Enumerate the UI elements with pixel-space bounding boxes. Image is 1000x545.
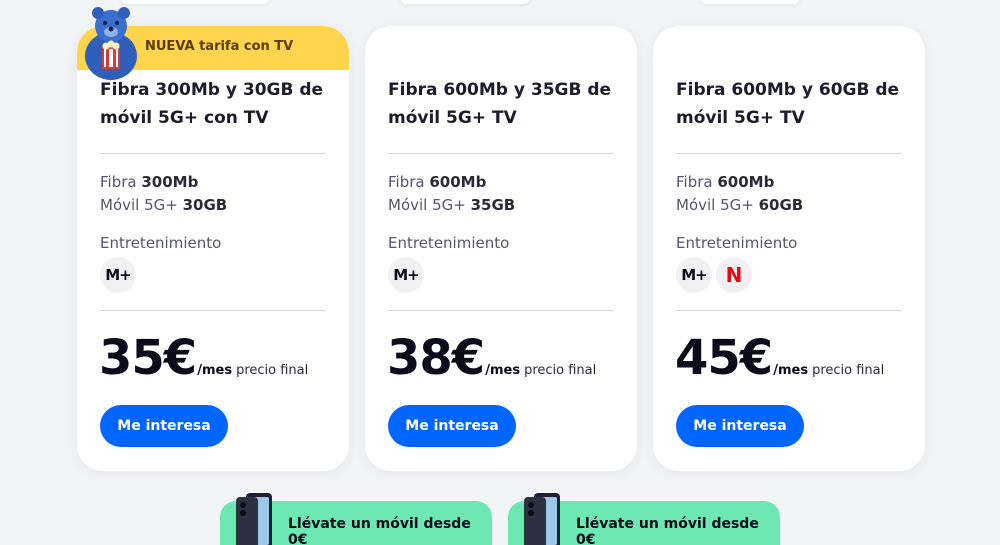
price-note: precio final [236, 363, 309, 378]
entertainment-label: Entretenimiento [676, 234, 798, 252]
me-interesa-button[interactable]: Me interesa [388, 405, 516, 447]
movistar-plus-logo-icon: M+ [676, 257, 712, 293]
logo-text: M+ [105, 266, 131, 284]
entertainment-label: Entretenimiento [100, 234, 222, 252]
phone-promo-banner[interactable]: Llévate un móvil desde 0€ [508, 493, 780, 545]
price-row: 35€ /mes precio final [99, 332, 308, 384]
promo-text: Llévate un móvil desde 0€ [576, 516, 759, 545]
price-row: 45€ /mes precio final [675, 332, 884, 384]
divider [676, 310, 902, 311]
divider [676, 153, 902, 154]
entertainment-label: Entretenimiento [388, 234, 510, 252]
bear-with-popcorn-icon [85, 7, 137, 80]
phone-promo-banner[interactable]: Llévate un móvil desde 0€ [220, 493, 492, 545]
fiber-value: 600Mb [429, 173, 487, 191]
badge-label: NUEVA tarifa con TV [145, 39, 294, 54]
entertainment-logos: M+ [388, 257, 424, 293]
mobile-label: Móvil 5G+ [676, 196, 754, 214]
movistar-plus-logo-icon: M+ [388, 257, 424, 293]
partial-element [400, 0, 530, 4]
entertainment-logos: M+ N [676, 257, 752, 293]
netflix-logo-icon: N [716, 257, 752, 293]
logo-text: N [725, 263, 743, 287]
plan-title: Fibra 300Mb y 30GB de móvil 5G+ con TV [100, 80, 324, 128]
fiber-value: 600Mb [717, 173, 775, 191]
fiber-spec: Fibra 300Mb [100, 172, 198, 192]
me-interesa-button[interactable]: Me interesa [100, 405, 228, 447]
movistar-plus-logo-icon: M+ [100, 257, 136, 293]
fiber-spec: Fibra 600Mb [388, 172, 486, 192]
price-note: precio final [524, 363, 597, 378]
me-interesa-button[interactable]: Me interesa [676, 405, 804, 447]
plan-title: Fibra 600Mb y 60GB de móvil 5G+ TV [676, 80, 900, 128]
price-note: precio final [812, 363, 885, 378]
fiber-value: 300Mb [141, 173, 199, 191]
fiber-spec: Fibra 600Mb [676, 172, 774, 192]
mobile-value: 60GB [758, 196, 804, 214]
fiber-label: Fibra [388, 173, 425, 191]
plan-card: Fibra 600Mb y 35GB de móvil 5G+ TV Fibra… [365, 26, 637, 471]
price-period: /mes [773, 363, 809, 378]
plan-title: Fibra 600Mb y 35GB de móvil 5G+ TV [388, 80, 612, 128]
mobile-spec: Móvil 5G+ 30GB [100, 195, 227, 215]
logo-text: M+ [681, 266, 707, 284]
price: 38€ [387, 330, 485, 386]
plan-card: Fibra 600Mb y 60GB de móvil 5G+ TV Fibra… [653, 26, 925, 471]
price: 35€ [99, 330, 197, 386]
fiber-label: Fibra [676, 173, 713, 191]
divider [100, 310, 326, 311]
smartphone-icon [236, 493, 272, 545]
mobile-spec: Móvil 5G+ 35GB [388, 195, 515, 215]
mobile-value: 30GB [182, 196, 228, 214]
price-period: /mes [485, 363, 521, 378]
partial-element [700, 0, 800, 4]
mobile-label: Móvil 5G+ [100, 196, 178, 214]
promo-text: Llévate un móvil desde 0€ [288, 516, 471, 545]
divider [388, 153, 614, 154]
divider [388, 310, 614, 311]
price-period: /mes [197, 363, 233, 378]
fiber-label: Fibra [100, 173, 137, 191]
mobile-spec: Móvil 5G+ 60GB [676, 195, 803, 215]
smartphone-icon [524, 493, 560, 545]
divider [100, 153, 326, 154]
price-row: 38€ /mes precio final [387, 332, 596, 384]
price: 45€ [675, 330, 773, 386]
mobile-label: Móvil 5G+ [388, 196, 466, 214]
plan-card: NUEVA tarifa con TV Fibra 300Mb y 30GB d… [77, 26, 349, 471]
mobile-value: 35GB [470, 196, 516, 214]
logo-text: M+ [393, 266, 419, 284]
entertainment-logos: M+ [100, 257, 136, 293]
